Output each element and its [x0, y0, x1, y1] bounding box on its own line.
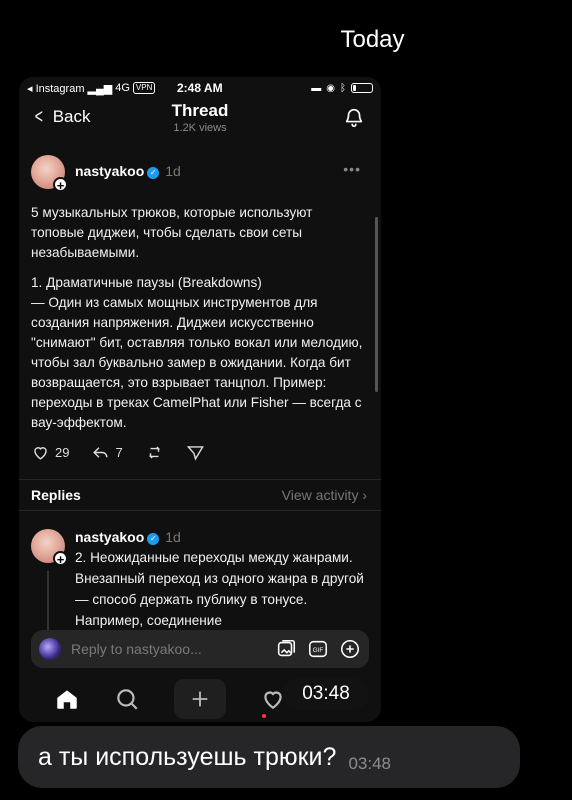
page-title: Thread	[171, 101, 229, 120]
message-text: а ты используешь трюки?	[38, 742, 337, 771]
scrollbar[interactable]	[375, 217, 378, 392]
post-paragraph: 1. Драматичные паузы (Breakdowns) — Один…	[31, 275, 363, 430]
avatar	[39, 638, 61, 660]
carrier-label: ◂ Instagram	[27, 82, 85, 95]
more-options-icon[interactable]: •••	[343, 161, 361, 177]
bluetooth-icon: ᛒ	[340, 82, 346, 94]
avatar[interactable]: +	[31, 155, 68, 193]
notification-dot	[262, 714, 266, 718]
post-username[interactable]: nastyakoo	[75, 163, 144, 179]
media-timestamp: 03:48	[283, 678, 369, 710]
follow-plus-icon[interactable]: +	[53, 551, 68, 567]
reply-count: 7	[115, 445, 123, 460]
thread-post: + nastyakoo ✓ 1d ••• 5 музыкальных трюков,…	[31, 155, 363, 462]
reply-button[interactable]: 7	[91, 443, 123, 462]
reply-text: 2. Неожиданные переходы между жанрами. В…	[75, 550, 364, 628]
gallery-icon[interactable]	[275, 638, 297, 660]
alarm-icon: ◉	[326, 82, 335, 94]
reply-username[interactable]: nastyakoo	[75, 529, 144, 545]
like-count: 29	[55, 445, 70, 460]
reply-item: + nastyakoo ✓ 1d 2. Неожиданные переходы м…	[31, 529, 367, 631]
battery-icon	[351, 83, 373, 93]
shared-screenshot[interactable]: ◂ Instagram ▂▄▆ 4G VPN 2:48 AM ▬ ◉ ᛒ < B…	[19, 77, 381, 722]
status-time: 2:48 AM	[177, 81, 223, 95]
new-post-button[interactable]	[174, 678, 226, 719]
reply-arrow-icon	[93, 447, 109, 458]
plus-icon	[192, 691, 208, 706]
thread-line	[47, 571, 49, 631]
reply-input[interactable]: Reply to nastyakoo...	[71, 641, 265, 657]
car-icon: ▬	[311, 82, 322, 94]
vpn-badge: VPN	[132, 82, 156, 94]
view-count: 1.2K views	[173, 122, 227, 134]
message-bubble[interactable]: а ты используешь трюки? 03:48	[18, 726, 520, 788]
gif-icon[interactable]: GIF	[307, 638, 329, 660]
message-time: 03:48	[348, 754, 391, 773]
post-actions: 29 7	[31, 443, 363, 462]
follow-plus-icon[interactable]: +	[53, 177, 68, 193]
share-button[interactable]	[186, 443, 205, 462]
post-age: 1d	[165, 163, 181, 179]
verified-icon: ✓	[147, 167, 160, 179]
heart-icon[interactable]	[260, 686, 286, 712]
repost-icon	[148, 446, 160, 459]
add-circle-icon[interactable]	[339, 638, 361, 660]
reply-age: 1d	[165, 529, 181, 545]
send-icon	[186, 446, 204, 461]
avatar[interactable]: +	[31, 529, 68, 567]
signal-icon: ▂▄▆	[87, 82, 113, 95]
post-paragraph: 5 музыкальных трюков, которые используют…	[31, 205, 313, 260]
network-label: 4G	[115, 82, 130, 94]
day-label: Today	[340, 26, 405, 53]
svg-text:GIF: GIF	[313, 647, 324, 654]
reply-composer[interactable]: Reply to nastyakoo... GIF	[31, 630, 369, 668]
bell-icon[interactable]	[343, 106, 365, 128]
status-bar: ◂ Instagram ▂▄▆ 4G VPN 2:48 AM ▬ ◉ ᛒ	[19, 77, 381, 99]
thread-header: < Back Thread 1.2K views	[19, 99, 381, 141]
verified-icon: ✓	[147, 533, 160, 545]
home-icon[interactable]	[54, 686, 80, 712]
replies-header: Replies View activity ›	[19, 479, 381, 511]
replies-title: Replies	[31, 487, 81, 503]
search-icon[interactable]	[114, 686, 140, 712]
repost-button[interactable]	[145, 443, 164, 462]
post-text: 5 музыкальных трюков, которые используют…	[31, 203, 363, 433]
like-button[interactable]: 29	[31, 443, 69, 462]
view-activity-link[interactable]: View activity ›	[282, 487, 367, 503]
heart-icon	[34, 447, 47, 460]
